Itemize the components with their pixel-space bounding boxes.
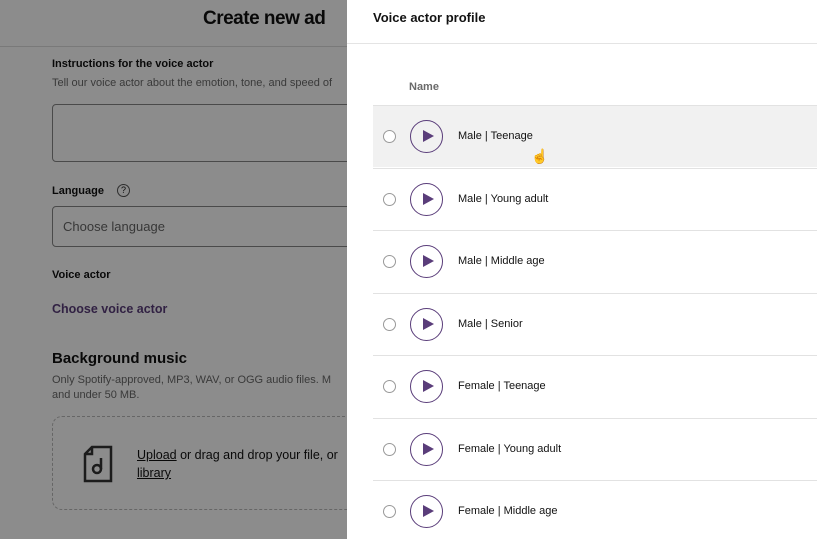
voice-actor-name: Male | Young adult (458, 192, 549, 205)
select-radio[interactable] (383, 192, 396, 206)
play-icon[interactable] (410, 120, 443, 153)
select-radio[interactable] (383, 317, 396, 331)
play-icon[interactable] (410, 182, 443, 216)
divider (347, 43, 817, 44)
voice-actor-name: Male | Teenage (458, 130, 533, 142)
voice-actor-profile-panel: Voice actor profile Name Male | Teenage M… (347, 0, 817, 539)
play-icon[interactable] (410, 307, 443, 341)
voice-actor-row[interactable]: Male | Teenage (373, 105, 817, 167)
voice-actor-row[interactable]: Female | Young adult (373, 417, 817, 480)
modal-backdrop[interactable] (0, 0, 347, 539)
voice-actor-row[interactable]: Female | Middle age (373, 480, 817, 542)
voice-actor-name: Male | Middle age (458, 255, 545, 267)
voice-actor-name: Female | Middle age (458, 505, 558, 517)
voice-actor-row[interactable]: Male | Middle age (373, 230, 817, 292)
voice-actor-row[interactable]: Male | Senior (373, 292, 817, 355)
play-icon[interactable] (410, 432, 443, 466)
play-icon[interactable] (410, 495, 443, 528)
voice-actor-row[interactable]: Male | Young adult (373, 167, 817, 230)
select-radio[interactable] (383, 255, 396, 268)
select-radio[interactable] (383, 442, 396, 456)
play-icon[interactable] (410, 245, 443, 278)
select-radio[interactable] (383, 505, 396, 518)
voice-actor-name: Female | Teenage (458, 380, 546, 392)
select-radio[interactable] (383, 380, 396, 393)
panel-title: Voice actor profile (373, 10, 486, 25)
select-radio[interactable] (383, 130, 396, 143)
voice-actor-row[interactable]: Female | Teenage (373, 355, 817, 417)
voice-actor-name: Female | Young adult (458, 442, 562, 455)
hand-cursor-icon: ☝ (531, 148, 549, 164)
voice-actor-name: Male | Senior (458, 317, 523, 330)
column-header-name: Name (409, 81, 439, 93)
play-icon[interactable] (410, 370, 443, 403)
